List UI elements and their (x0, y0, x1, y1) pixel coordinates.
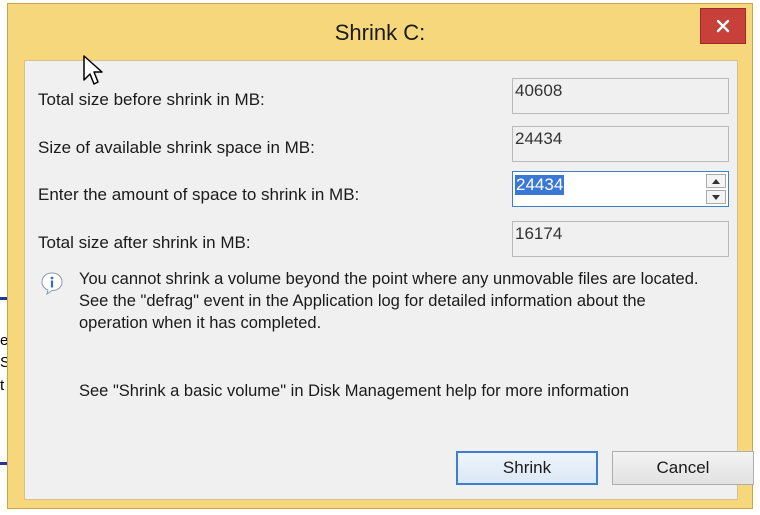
background-text: t (0, 377, 5, 394)
shrink-amount-input[interactable]: 24434 (512, 171, 729, 207)
size-after-label: Total size after shrink in MB: (38, 233, 251, 252)
close-button[interactable] (700, 8, 746, 44)
shrink-dialog: Shrink C: Total size before shrink in MB… (7, 3, 754, 509)
info-line: See the "defrag" event in the Applicatio… (79, 292, 646, 310)
shrink-button[interactable]: Shrink (456, 451, 598, 485)
spin-up-button[interactable] (706, 174, 726, 188)
size-before-field: 40608 (512, 78, 729, 114)
mouse-pointer-icon (83, 55, 103, 85)
info-message: You cannot shrink a volume beyond the po… (79, 268, 698, 334)
available-space-field: 24434 (512, 126, 729, 162)
available-space-label: Size of available shrink space in MB: (38, 138, 315, 157)
info-line: operation when it has completed. (79, 314, 322, 332)
dialog-body: Total size before shrink in MB: 40608 Si… (24, 60, 754, 500)
size-before-label: Total size before shrink in MB: (38, 90, 265, 109)
arrow-down-icon (712, 194, 720, 200)
shrink-amount-label: Enter the amount of space to shrink in M… (38, 185, 360, 204)
info-line: You cannot shrink a volume beyond the po… (79, 270, 699, 288)
dialog-title: Shrink C: (334, 20, 426, 45)
help-text: See "Shrink a basic volume" in Disk Mana… (79, 382, 630, 400)
shrink-amount-value[interactable]: 24434 (515, 175, 565, 195)
arrow-up-icon (712, 178, 720, 184)
spin-buttons (706, 174, 726, 204)
info-icon (41, 272, 63, 295)
close-icon (716, 19, 730, 33)
spin-down-button[interactable] (706, 190, 726, 204)
cancel-button[interactable]: Cancel (612, 451, 754, 485)
title-bar[interactable]: Shrink C: (8, 4, 752, 64)
size-after-field: 16174 (512, 221, 729, 257)
